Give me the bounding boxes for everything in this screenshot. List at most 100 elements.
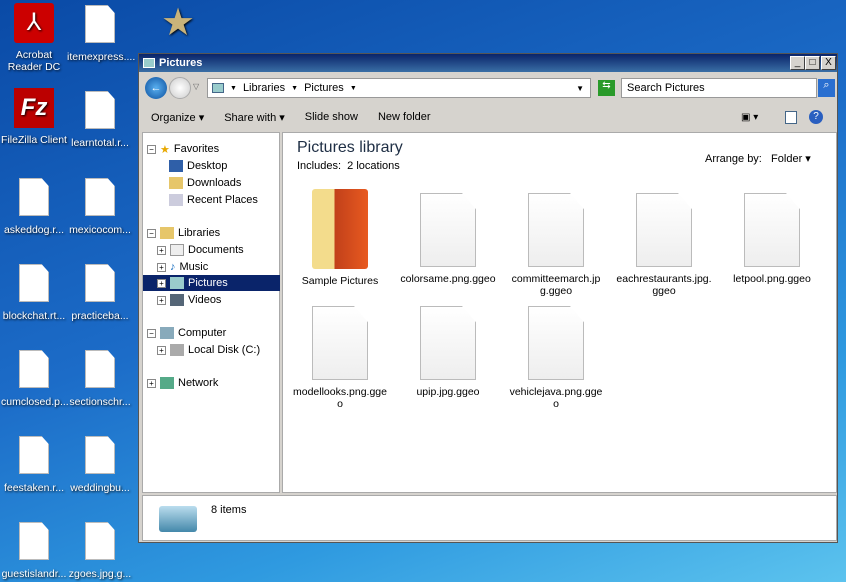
file-icon [85, 5, 115, 43]
nav-libraries[interactable]: − Libraries [147, 225, 220, 241]
file-icon [744, 193, 800, 267]
desktop-icon-file[interactable]: cumclosed.p... [1, 350, 69, 408]
close-button[interactable]: X [821, 56, 836, 70]
desktop-icon-file[interactable]: askeddog.r... [1, 178, 67, 236]
explorer-window: Pictures _ □ X ← ▽ ▼ Libraries ▼ Picture… [138, 53, 838, 543]
file-icon [19, 178, 49, 216]
refresh-button[interactable]: ⇆ [598, 80, 615, 96]
desktop-icon-file[interactable]: blockchat.rt... [1, 264, 67, 322]
desktop-icon-file[interactable]: practiceba... [67, 264, 133, 322]
file-icon [85, 264, 115, 302]
desktop-icon-file[interactable]: guestislandr... [1, 522, 67, 580]
nav-recent-places[interactable]: Recent Places [169, 192, 258, 208]
file-item[interactable]: modellooks.png.ggeo [292, 306, 388, 410]
file-icon [19, 436, 49, 474]
filezilla-icon: Fz [14, 88, 54, 128]
arrange-by-dropdown[interactable]: Folder ▾ [771, 153, 811, 165]
file-icon [85, 436, 115, 474]
nav-videos[interactable]: + Videos [157, 292, 221, 308]
breadcrumb-pictures[interactable]: Pictures [304, 82, 344, 94]
folder-sample-pictures[interactable]: Sample Pictures [292, 189, 388, 287]
file-item[interactable]: committeemarch.jpg.ggeo [508, 193, 604, 297]
page-title: Pictures library [297, 139, 403, 156]
chevron-right-icon: ▼ [230, 84, 237, 92]
nav-downloads[interactable]: Downloads [169, 175, 241, 191]
preview-pane-button[interactable] [785, 110, 797, 124]
file-icon [19, 264, 49, 302]
search-input[interactable]: Search Pictures [621, 78, 817, 98]
nav-favorites[interactable]: − ★ Favorites [147, 141, 219, 157]
file-icon [85, 178, 115, 216]
nav-music[interactable]: + ♪ Music [157, 259, 208, 275]
icon-label: zgoes.jpg.g... [68, 568, 132, 580]
desktop-icon-star[interactable]: ★ [145, 3, 211, 49]
minimize-button[interactable]: _ [790, 56, 805, 70]
includes-label: Includes: 2 locations [297, 160, 400, 172]
documents-icon [170, 244, 184, 256]
view-options-button[interactable]: ▣ ▾ [741, 112, 758, 123]
nav-computer[interactable]: − Computer [147, 325, 226, 341]
address-bar[interactable]: ▼ Libraries ▼ Pictures ▼ ▼ [207, 78, 591, 98]
file-icon [420, 306, 476, 380]
file-icon [636, 193, 692, 267]
nav-local-disk[interactable]: + Local Disk (C:) [157, 342, 260, 358]
file-item[interactable]: vehiclejava.png.ggeo [508, 306, 604, 410]
address-dropdown[interactable]: ▼ [576, 84, 584, 93]
desktop-icon-file[interactable]: itemexpress.... [67, 5, 136, 63]
icon-label: blockchat.rt... [2, 310, 66, 322]
file-icon [19, 350, 49, 388]
desktop-icon-file[interactable]: sectionschr... [67, 350, 133, 408]
desktop-icon-file[interactable]: weddingbu... [67, 436, 133, 494]
nav-desktop[interactable]: Desktop [169, 158, 227, 174]
file-item[interactable]: colorsame.png.ggeo [400, 193, 496, 285]
star-icon: ★ [160, 143, 170, 156]
desktop-icon-file[interactable]: mexicocom... [67, 178, 133, 236]
window-title: Pictures [159, 57, 203, 69]
slide-show-button[interactable]: Slide show [305, 111, 358, 123]
nav-network[interactable]: + Network [147, 375, 218, 391]
locations-link[interactable]: 2 locations [347, 160, 400, 172]
help-icon[interactable]: ? [809, 110, 823, 124]
videos-icon [170, 294, 184, 306]
icon-label: FileZilla Client [1, 134, 67, 146]
share-with-button[interactable]: Share with ▾ [224, 111, 285, 124]
icon-label: feestaken.r... [3, 482, 65, 494]
breadcrumb-libraries[interactable]: Libraries [243, 82, 285, 94]
chevron-down-icon: ▼ [349, 84, 357, 92]
recent-pages-dropdown[interactable]: ▽ [193, 82, 199, 91]
desktop-icon-file[interactable]: feestaken.r... [1, 436, 67, 494]
file-list: Pictures library Includes: 2 locations A… [282, 132, 837, 493]
forward-button[interactable] [169, 77, 191, 99]
title-bar[interactable]: Pictures [139, 54, 837, 72]
search-button[interactable]: ⌕ [818, 79, 835, 97]
maximize-button[interactable]: □ [805, 56, 820, 70]
file-icon [85, 91, 115, 129]
music-icon: ♪ [170, 261, 176, 273]
network-icon [160, 377, 174, 389]
status-bar: 8 items [142, 495, 837, 541]
file-icon [528, 193, 584, 267]
desktop-icon-file[interactable]: zgoes.jpg.g... [67, 522, 133, 580]
star-icon: ★ [160, 2, 196, 44]
desktop-icon-filezilla[interactable]: Fz FileZilla Client [1, 88, 67, 146]
organize-button[interactable]: Organize ▾ [151, 111, 204, 124]
downloads-icon [169, 177, 183, 189]
nav-documents[interactable]: + Documents [157, 242, 244, 258]
icon-label: itemexpress.... [67, 51, 136, 63]
icon-label: guestislandr... [1, 568, 67, 580]
new-folder-button[interactable]: New folder [378, 111, 431, 123]
file-item[interactable]: letpool.png.ggeo [724, 193, 820, 285]
desktop-icon-file[interactable]: learntotal.r... [67, 91, 133, 149]
command-bar: Organize ▾ Share with ▾ Slide show New f… [139, 105, 837, 129]
back-button[interactable]: ← [145, 77, 167, 99]
icon-label: Acrobat Reader DC [7, 49, 61, 73]
icon-label: sectionschr... [69, 396, 131, 408]
desktop-icon-acrobat[interactable]: ⅄ Acrobat Reader DC [1, 3, 67, 73]
file-item[interactable]: upip.jpg.ggeo [400, 306, 496, 398]
icon-label: learntotal.r... [71, 137, 129, 149]
nav-pictures[interactable]: + Pictures [143, 275, 280, 291]
pictures-icon [170, 277, 184, 289]
icon-label: mexicocom... [69, 224, 131, 236]
file-item[interactable]: eachrestaurants.jpg.ggeo [616, 193, 712, 297]
recent-places-icon [169, 194, 183, 206]
